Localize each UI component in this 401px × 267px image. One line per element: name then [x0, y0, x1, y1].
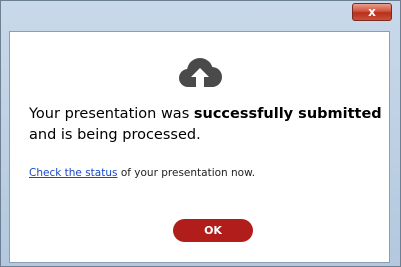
title-bar[interactable]: x — [1, 1, 400, 23]
dialog-window: x Your presentation was successfully sub… — [0, 0, 401, 267]
cloud-upload-icon — [174, 56, 226, 99]
ok-button[interactable]: OK — [173, 219, 253, 242]
close-button[interactable]: x — [352, 3, 392, 21]
success-message: Your presentation was successfully submi… — [29, 106, 382, 143]
dialog-content: Your presentation was successfully submi… — [9, 31, 390, 263]
status-line: Check the status of your presentation no… — [29, 167, 256, 179]
check-status-link[interactable]: Check the status — [29, 167, 117, 179]
